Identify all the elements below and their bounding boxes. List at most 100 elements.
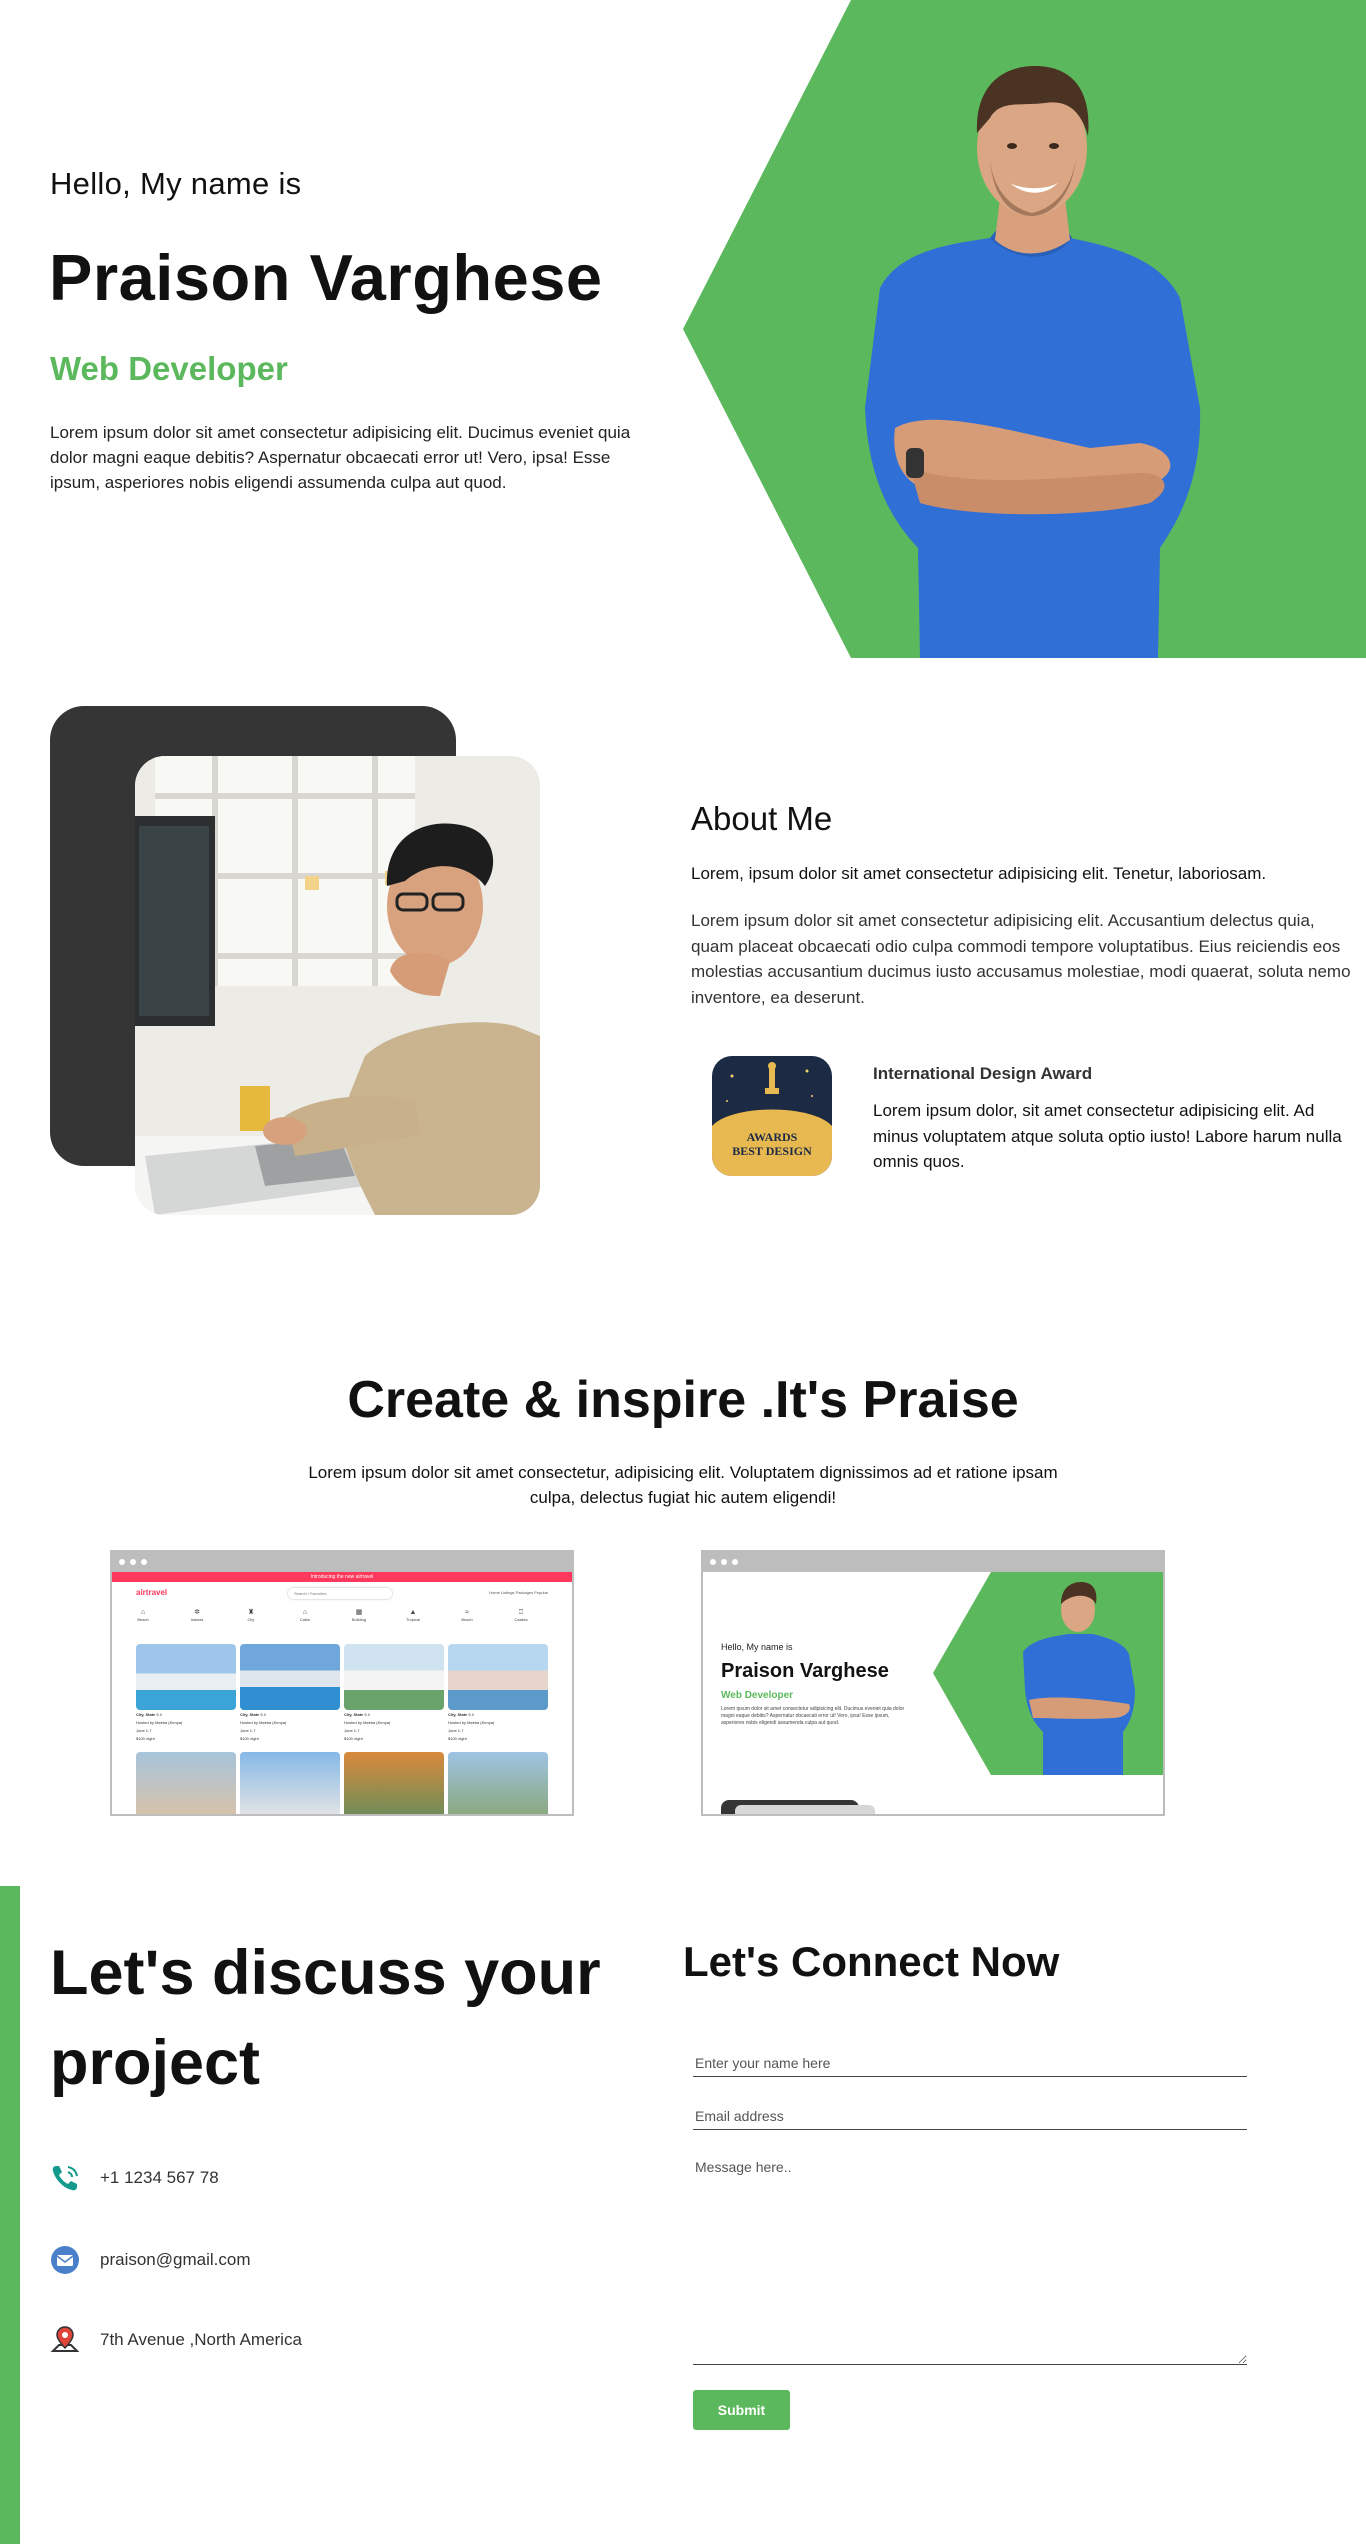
hero-greeting: Hello, My name is: [50, 166, 302, 201]
hero-person-image: [865, 66, 1201, 658]
contact-heading: Let's discuss your project: [50, 1938, 601, 2098]
listing-host: Hosted by Meeka (Kenya): [448, 1720, 495, 1725]
airtravel-banner: Introducing the new airtravel: [112, 1572, 572, 1582]
listing-dates: June 1-7: [448, 1728, 464, 1733]
window-dot: [710, 1559, 716, 1565]
email-input[interactable]: [693, 2102, 1247, 2130]
listing-dates: June 1-7: [136, 1728, 152, 1733]
listing-image: [448, 1752, 548, 1814]
listing-image: [240, 1644, 340, 1710]
island-icon: ✲: [194, 1609, 200, 1616]
listing-title: City, State: [448, 1712, 468, 1717]
contact-email: praison@gmail.com: [50, 2245, 250, 2275]
category-item: ✲ Islands: [186, 1608, 208, 1622]
category-item: ♜ City: [240, 1608, 262, 1622]
airtravel-search: Search / Favorites: [288, 1588, 392, 1599]
category-item: ≈ Beach: [456, 1608, 478, 1622]
email-icon: [51, 2246, 79, 2274]
listing-card[interactable]: City, State 5.0 Hosted by Meeka (Kenya) …: [240, 1644, 340, 1742]
airtravel-logo: airtravel: [136, 1588, 168, 1597]
listing-host: Hosted by Meeka (Kenya): [136, 1720, 183, 1725]
listing-image: [136, 1644, 236, 1710]
contact-form-title: Let's Connect Now: [683, 1938, 1060, 1985]
preview-green-shape: [933, 1572, 1163, 1775]
award-description: Lorem ipsum dolor, sit amet consectetur …: [873, 1101, 1342, 1171]
window-dot: [119, 1559, 125, 1565]
listing-title: City, State: [136, 1712, 156, 1717]
building-icon: ▦: [355, 1609, 363, 1616]
portfolio-preview: Hello, My name is Praison Varghese Web D…: [703, 1572, 1163, 1814]
window-dot: [721, 1559, 727, 1565]
listing-price: $100 night: [344, 1736, 363, 1741]
developer-working-image: [135, 756, 540, 1215]
hero-role: Web Developer: [50, 350, 288, 387]
beach-icon: ≈: [465, 1609, 469, 1616]
listing-rating: 5.0: [468, 1712, 474, 1717]
cabin-icon: ⌂: [302, 1609, 308, 1616]
listing-price: $100 night: [136, 1736, 155, 1741]
browser-titlebar: [703, 1552, 1163, 1572]
hero-description: Lorem ipsum dolor sit amet consectetur a…: [50, 423, 631, 492]
listing-image: [240, 1752, 340, 1814]
castle-icon: ♖: [517, 1609, 525, 1616]
airtravel-links: Home Listings Packages Popular: [489, 1590, 548, 1595]
award-badge-line2: BEST DESIGN: [732, 1144, 812, 1158]
listing-card[interactable]: City, State 5.0 Hosted by Meeka (Kenya) …: [344, 1644, 444, 1742]
projects-title: Create & inspire .It's Praise: [347, 1371, 1019, 1429]
listing-dates: June 1-7: [344, 1728, 360, 1733]
preview-name: Praison Varghese: [721, 1660, 889, 1682]
category-item: ▦ Building: [348, 1608, 370, 1622]
phone-icon: [52, 2166, 78, 2191]
projects-description: Lorem ipsum dolor sit amet consectetur, …: [308, 1463, 1058, 1507]
about-paragraph: Lorem ipsum dolor sit amet consectetur a…: [691, 911, 1351, 1007]
address-text: 7th Avenue ,North America: [100, 2330, 302, 2349]
award-title: International Design Award: [873, 1064, 1093, 1083]
listing-rating: 5.0: [364, 1712, 370, 1717]
location-pin-icon: [50, 2326, 80, 2352]
contact-green-strip: [0, 1886, 20, 2544]
window-dot: [141, 1559, 147, 1565]
category-item: ⌂ Beach: [132, 1608, 154, 1622]
airtravel-nav: airtravel Search / Favorites Home Listin…: [112, 1582, 572, 1606]
hero-section: Hello, My name is Praison Varghese Web D…: [0, 0, 1366, 658]
hero-name: Praison Varghese: [49, 241, 603, 314]
listing-dates: June 1-7: [240, 1728, 256, 1733]
listing-price: $100 night: [240, 1736, 259, 1741]
listing-host: Hosted by Meeka (Kenya): [240, 1720, 287, 1725]
award-badge-line1: AWARDS: [747, 1130, 798, 1144]
preview-photo: [735, 1805, 875, 1814]
phone-number: +1 1234 567 78: [100, 2168, 219, 2187]
window-dot: [732, 1559, 738, 1565]
about-lead: Lorem, ipsum dolor sit amet consectetur …: [691, 864, 1267, 883]
home-icon: ⌂: [140, 1609, 146, 1616]
category-item: ▲ Tropical: [402, 1608, 424, 1622]
listing-image: [344, 1752, 444, 1814]
name-input[interactable]: [693, 2049, 1247, 2077]
category-item: ♖ Castles: [510, 1608, 532, 1622]
about-title: About Me: [691, 800, 833, 837]
listing-price: $100 night: [448, 1736, 467, 1741]
city-icon: ♜: [247, 1609, 255, 1616]
contact-address: 7th Avenue ,North America: [50, 2325, 302, 2355]
listing-image: [136, 1752, 236, 1814]
listing-rating: 5.0: [260, 1712, 266, 1717]
listing-card[interactable]: City, State 5.0 Hosted by Meeka (Kenya) …: [448, 1644, 548, 1742]
listing-rating: 5.0: [156, 1712, 162, 1717]
listing-title: City, State: [240, 1712, 260, 1717]
project-card-portfolio[interactable]: Hello, My name is Praison Varghese Web D…: [701, 1550, 1165, 1816]
email-address: praison@gmail.com: [100, 2250, 251, 2269]
submit-button[interactable]: Submit: [693, 2390, 790, 2430]
project-card-airtravel[interactable]: Introducing the new airtravel airtravel …: [110, 1550, 574, 1816]
listing-image: [448, 1644, 548, 1710]
message-textarea[interactable]: [693, 2155, 1247, 2365]
window-dot: [130, 1559, 136, 1565]
airtravel-categories: ⌂ Beach ✲ Islands ♜ City ⌂ Cabin ▦ Building ▲…: [112, 1606, 572, 1630]
tropical-icon: ▲: [409, 1609, 417, 1616]
preview-greeting: Hello, My name is: [721, 1642, 793, 1652]
about-photo: [135, 756, 540, 1215]
browser-titlebar: [112, 1552, 572, 1572]
category-item: ⌂ Cabin: [294, 1608, 316, 1622]
preview-role: Web Developer: [721, 1690, 794, 1701]
award-badge-icon: AWARDS BEST DESIGN: [712, 1056, 832, 1176]
listing-card[interactable]: City, State 5.0 Hosted by Meeka (Kenya) …: [136, 1644, 236, 1742]
